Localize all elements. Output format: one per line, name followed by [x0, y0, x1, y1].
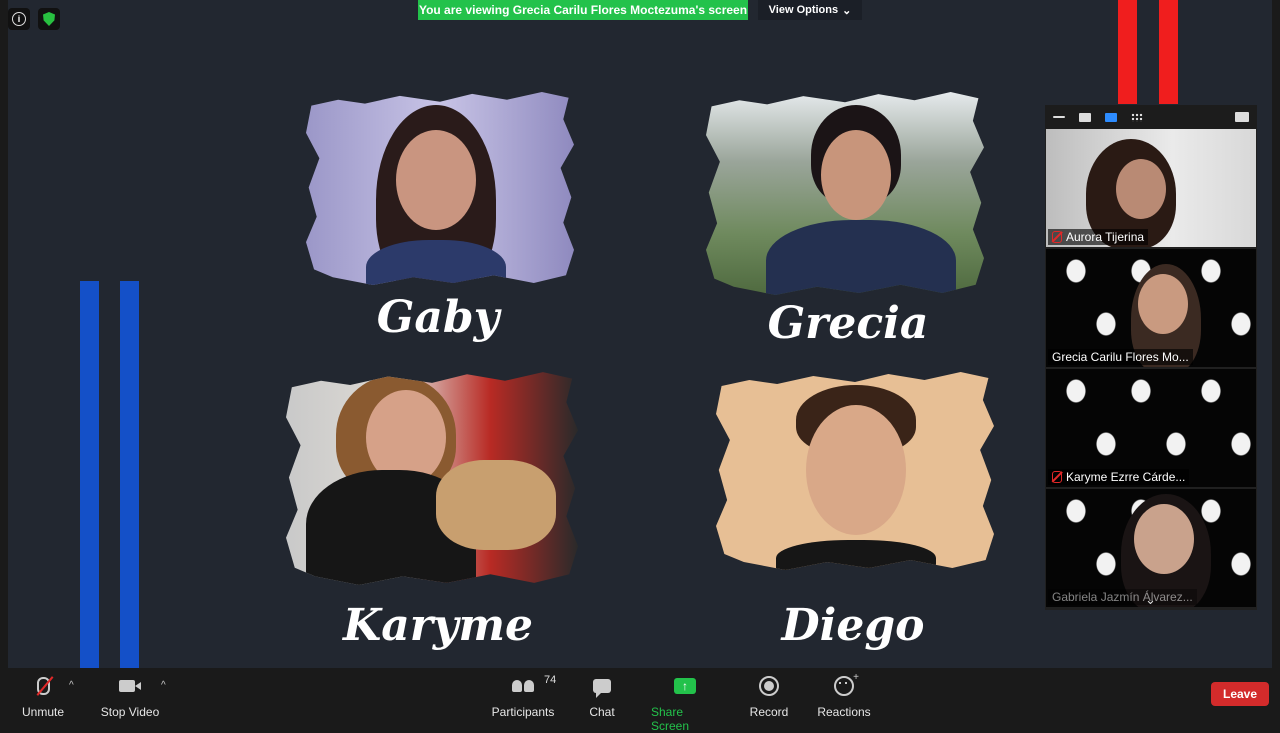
photo-grecia — [706, 92, 984, 295]
gallery-view-controls — [1045, 105, 1257, 129]
view-options-button[interactable]: View Options ⌄ — [758, 0, 862, 20]
participants-button[interactable]: 74 Participants — [491, 674, 557, 719]
participant-name-tag: Grecia Carilu Flores Mo... — [1048, 349, 1193, 365]
blue-stripe-right — [120, 281, 139, 668]
leave-button[interactable]: Leave — [1211, 682, 1269, 706]
minimize-icon[interactable] — [1053, 116, 1065, 118]
emoji-reaction-icon: + — [834, 672, 859, 696]
participants-icon — [512, 680, 534, 692]
info-icon[interactable]: i — [8, 8, 30, 30]
chat-button[interactable]: Chat — [588, 674, 616, 719]
unmute-label: Unmute — [21, 705, 65, 719]
muted-mic-icon — [1052, 471, 1062, 483]
gallery-view-icon[interactable] — [1131, 112, 1143, 122]
video-options-caret[interactable]: ^ — [161, 680, 166, 691]
participants-count: 74 — [544, 674, 557, 686]
red-stripe-right — [1159, 0, 1178, 104]
gallery-scroll-down-icon[interactable]: ⌄ — [1145, 592, 1156, 608]
pop-out-icon[interactable] — [1235, 112, 1249, 122]
participant-tile[interactable]: Karyme Ezrre Cárde... — [1046, 369, 1256, 487]
share-screen-button[interactable]: ↑ Share Screen — [651, 674, 719, 733]
muted-mic-icon — [1052, 231, 1062, 243]
name-karyme: Karyme — [342, 600, 534, 651]
unmute-button[interactable]: Unmute — [22, 674, 64, 719]
photo-karyme — [286, 372, 578, 585]
record-label: Record — [749, 705, 789, 719]
chat-bubble-icon — [593, 679, 611, 698]
reactions-label: Reactions — [817, 705, 871, 719]
view-options-label: View Options — [768, 4, 839, 16]
photo-diego — [716, 372, 994, 570]
participant-tile-active-speaker[interactable]: Gabriela Jazmín Álvarez... — [1046, 489, 1256, 607]
name-diego: Diego — [781, 600, 925, 651]
reactions-button[interactable]: + Reactions — [817, 672, 871, 719]
participants-label: Participants — [491, 705, 555, 719]
chevron-down-icon: ⌄ — [842, 4, 852, 17]
name-gaby: Gaby — [376, 292, 500, 343]
share-screen-label: Share Screen — [651, 705, 690, 733]
participant-gallery: Aurora Tijerina Grecia Carilu Flores Mo.… — [1045, 105, 1257, 610]
encryption-shield-icon[interactable] — [38, 8, 60, 30]
share-screen-icon: ↑ — [674, 678, 696, 694]
photo-gaby — [306, 91, 574, 285]
name-grecia: Grecia — [767, 298, 929, 349]
stop-video-label: Stop Video — [100, 705, 160, 719]
participant-name-tag: Gabriela Jazmín Álvarez... — [1048, 589, 1197, 605]
record-icon — [759, 676, 779, 696]
audio-options-caret[interactable]: ^ — [69, 680, 74, 691]
meeting-toolbar — [0, 668, 1280, 719]
participant-name-tag: Karyme Ezrre Cárde... — [1048, 469, 1190, 485]
participant-tile[interactable]: Aurora Tijerina — [1046, 129, 1256, 247]
video-camera-icon — [119, 680, 141, 692]
record-button[interactable]: Record — [749, 674, 789, 719]
blue-stripe-left — [80, 281, 99, 668]
meeting-info-icons: i — [8, 8, 60, 30]
stop-video-button[interactable]: Stop Video — [100, 674, 160, 719]
microphone-muted-icon — [36, 676, 53, 696]
participant-name-tag: Aurora Tijerina — [1048, 229, 1149, 245]
viewing-banner: You are viewing Grecia Carilu Flores Moc… — [418, 0, 748, 20]
participant-tile[interactable]: Grecia Carilu Flores Mo... — [1046, 249, 1256, 367]
thumbnail-view-icon[interactable] — [1079, 112, 1091, 122]
chat-label: Chat — [589, 705, 615, 719]
red-stripe-left — [1118, 0, 1137, 104]
speaker-view-icon[interactable] — [1105, 112, 1117, 122]
